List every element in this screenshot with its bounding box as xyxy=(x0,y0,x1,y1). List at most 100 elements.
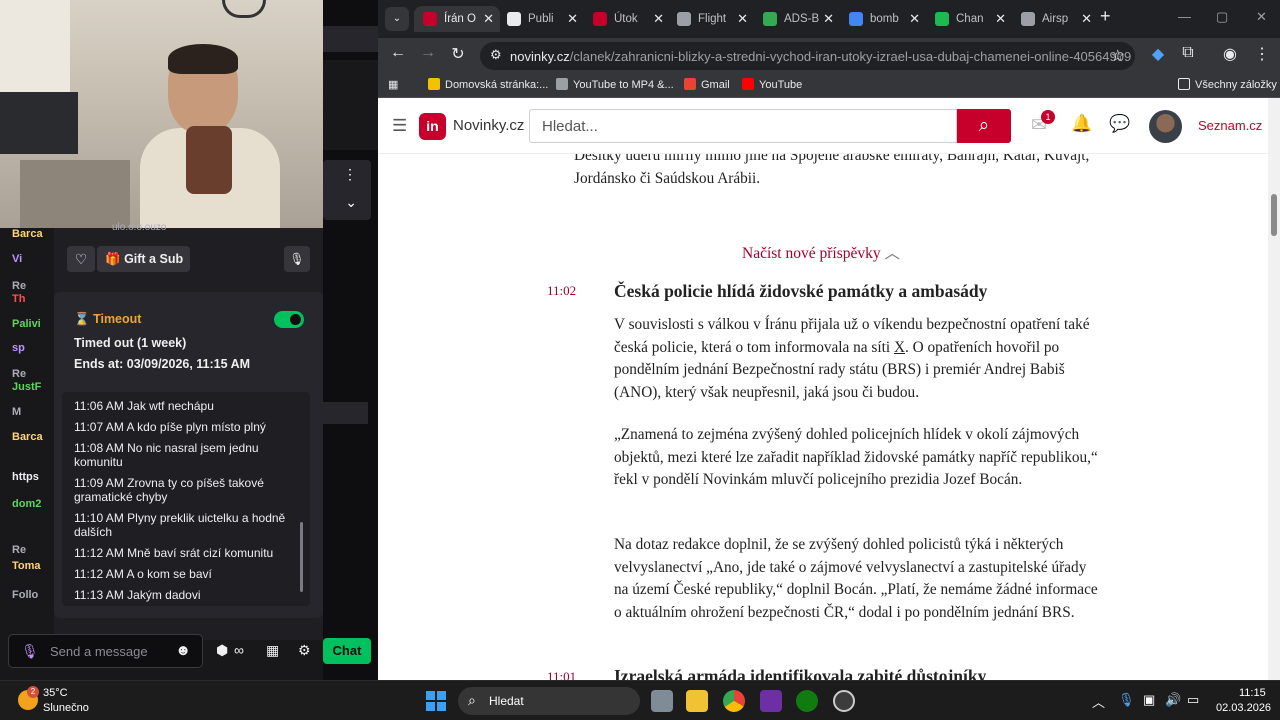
bookmark-item[interactable]: Gmail xyxy=(684,78,730,91)
browser-tab[interactable]: bomb ✕ xyxy=(840,6,926,32)
chat-username[interactable]: Barca xyxy=(12,431,50,443)
search-button[interactable]: ⌕ xyxy=(957,109,1011,143)
chat-username[interactable]: Vi xyxy=(12,253,50,265)
reload-icon[interactable]: ↻ xyxy=(446,44,470,64)
extension-icon[interactable]: ◆ xyxy=(1146,44,1170,64)
chat-username[interactable]: sp xyxy=(12,342,50,354)
gift-sub-button[interactable]: 🎁 Gift a Sub xyxy=(97,246,190,272)
all-bookmarks[interactable]: Všechny záložky xyxy=(1178,78,1277,91)
weather-condition[interactable]: Slunečno xyxy=(43,702,89,714)
tab-close-icon[interactable]: ✕ xyxy=(995,6,1006,32)
browser-tab[interactable]: Airsp ✕ xyxy=(1012,6,1098,32)
weather-temperature[interactable]: 35°C xyxy=(43,687,68,699)
tab-close-icon[interactable]: ✕ xyxy=(909,6,920,32)
browser-tab[interactable]: Flight ✕ xyxy=(668,6,754,32)
forward-icon[interactable]: → xyxy=(416,44,440,62)
emoji-icon[interactable]: ☻ xyxy=(175,642,191,659)
infinity-icon[interactable]: ∞ xyxy=(234,642,244,658)
chrome-icon[interactable] xyxy=(723,690,745,712)
tab-close-icon[interactable]: ✕ xyxy=(823,6,834,32)
follow-heart-button[interactable]: ♡ xyxy=(67,246,95,272)
apps-icon[interactable]: ▦ xyxy=(388,78,398,91)
browser-tab[interactable]: Publi ✕ xyxy=(498,6,584,32)
tab-close-icon[interactable]: ✕ xyxy=(567,6,578,32)
x-link[interactable]: X xyxy=(894,339,905,356)
tab-close-icon[interactable]: ✕ xyxy=(737,6,748,32)
chat-username[interactable]: Re xyxy=(12,368,50,380)
chevron-down-icon[interactable]: ⌄ xyxy=(323,188,371,216)
novinky-logo-icon[interactable]: in xyxy=(419,113,446,140)
gear-icon[interactable]: ⚙ xyxy=(298,642,311,659)
menu-icon[interactable]: ☰ xyxy=(392,116,407,136)
message-scrollbar[interactable] xyxy=(300,522,303,592)
chat-username[interactable]: Toma xyxy=(12,560,50,572)
store-icon[interactable]: ▦ xyxy=(266,642,279,659)
minimize-icon[interactable]: — xyxy=(1178,9,1191,24)
taskbar-search[interactable]: ⌕ Hledat xyxy=(458,687,640,715)
new-tab-button[interactable]: + xyxy=(1100,6,1111,27)
timeout-toggle[interactable] xyxy=(274,311,304,328)
battery-icon[interactable]: ▭ xyxy=(1187,692,1199,708)
xbox-icon[interactable] xyxy=(796,690,818,712)
back-icon[interactable]: ← xyxy=(386,44,410,62)
chat-username[interactable]: Re xyxy=(12,544,50,556)
tab-close-icon[interactable]: ✕ xyxy=(1081,6,1092,32)
bits-icon[interactable]: ⬢ xyxy=(216,642,228,659)
chat-username[interactable]: https xyxy=(12,471,50,483)
seznam-link[interactable]: Seznam.cz xyxy=(1198,118,1262,133)
chat-username[interactable]: Palivi xyxy=(12,318,50,330)
chat-username[interactable]: JustF xyxy=(12,381,50,393)
user-card: ulo.o.o.ouzo ♡ 🎁 Gift a Sub 🎙 ⌛ Timeout … xyxy=(54,222,323,640)
site-logo-text[interactable]: Novinky.cz xyxy=(453,117,524,134)
page-scrollbar[interactable] xyxy=(1268,98,1280,680)
browser-tab[interactable]: Chan ✕ xyxy=(926,6,1012,32)
bookmark-star-icon[interactable]: ☆ xyxy=(1111,46,1125,66)
close-window-icon[interactable]: ✕ xyxy=(1256,9,1267,25)
chrome-menu-icon[interactable]: ⋮ xyxy=(1250,44,1274,64)
scrollbar-thumb[interactable] xyxy=(1271,194,1277,236)
post-paragraph-3: Na dotaz redakce doplnil, že se zvýšený … xyxy=(614,536,1098,621)
obs-icon[interactable] xyxy=(833,690,855,712)
task-view-icon[interactable] xyxy=(651,690,673,712)
clock-date[interactable]: 02.03.2026 xyxy=(1216,702,1271,714)
browser-tab[interactable]: Írán O ✕ xyxy=(414,6,500,32)
chevron-up-icon[interactable]: ︿ xyxy=(1092,692,1105,711)
tab-close-icon[interactable]: ✕ xyxy=(483,6,494,32)
chat-username[interactable]: Follo xyxy=(12,589,50,601)
address-bar[interactable]: ⚙ novinky.cz/clanek/zahranicni-blizky-a-… xyxy=(480,42,1135,70)
clock-time[interactable]: 11:15 xyxy=(1239,687,1266,699)
bookmark-item[interactable]: Domovská stránka:... xyxy=(428,78,548,91)
bookmark-item[interactable]: YouTube xyxy=(742,78,802,91)
mute-button[interactable]: 🎙 xyxy=(284,246,310,272)
avatar[interactable] xyxy=(1149,110,1182,143)
profile-avatar-icon[interactable]: ◉ xyxy=(1218,44,1242,64)
site-search-input[interactable]: Hledat... xyxy=(529,109,957,143)
tab-close-icon[interactable]: ✕ xyxy=(653,6,664,32)
network-icon[interactable]: ▣ xyxy=(1143,692,1155,708)
tab-search-button[interactable]: ⌄ xyxy=(385,7,409,31)
chat-send-button[interactable]: Chat xyxy=(323,638,371,664)
chat-username[interactable]: Re xyxy=(12,280,50,292)
extensions-puzzle-icon[interactable]: ⧉ xyxy=(1176,44,1200,62)
mic-icon[interactable]: 🎙 xyxy=(21,643,39,660)
browser-tab[interactable]: Útok ✕ xyxy=(584,6,670,32)
maximize-icon[interactable]: ▢ xyxy=(1216,9,1228,25)
file-explorer-icon[interactable] xyxy=(686,690,708,712)
chat-username[interactable]: Barca xyxy=(12,228,50,240)
windows-start-icon[interactable] xyxy=(426,691,446,711)
chat-username[interactable]: Th xyxy=(12,293,50,305)
mic-tray-icon[interactable]: 🎙 xyxy=(1118,692,1135,708)
tab-label: Írán O xyxy=(444,13,476,25)
site-info-icon[interactable]: ⚙ xyxy=(490,47,502,63)
chat-username[interactable]: M xyxy=(12,406,50,418)
bookmark-item[interactable]: YouTube to MP4 &... xyxy=(556,78,674,91)
volume-icon[interactable]: 🔊 xyxy=(1165,692,1181,708)
bell-icon[interactable]: 🔔 xyxy=(1071,114,1092,134)
chat-input[interactable]: 🎙 Send a message ☻ xyxy=(8,634,203,668)
chat-username[interactable]: dom2 xyxy=(12,498,50,510)
chat-bubble-icon[interactable]: 💬 xyxy=(1109,114,1130,134)
app-icon[interactable] xyxy=(760,690,782,712)
more-options-icon[interactable]: ⋮ xyxy=(323,160,371,188)
browser-tab[interactable]: ADS-B ✕ xyxy=(754,6,840,32)
load-new-posts-button[interactable]: Načíst nové příspěvky ︿ xyxy=(742,241,900,263)
